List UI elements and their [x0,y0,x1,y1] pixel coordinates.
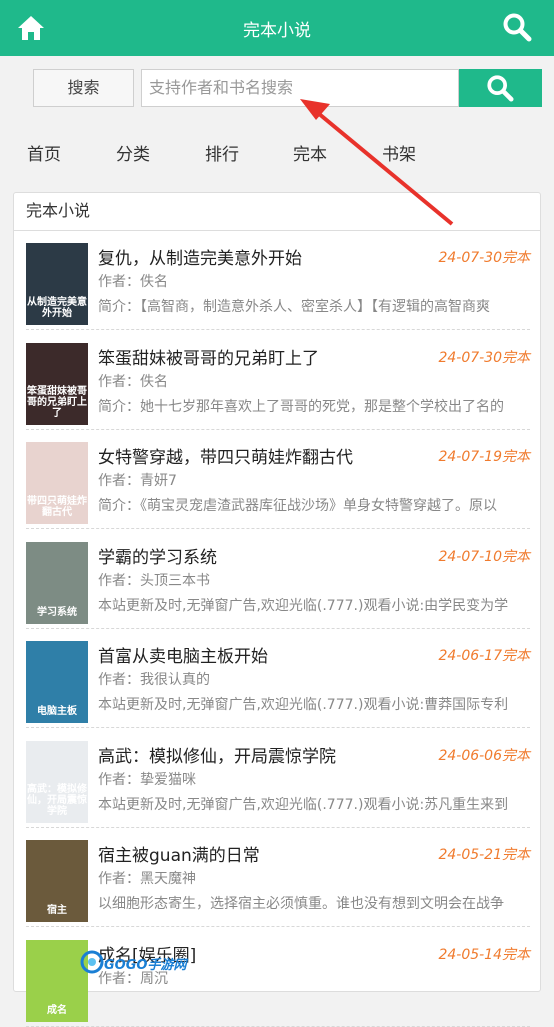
nav-item-ranking[interactable]: 排行 [205,140,239,165]
book-date: 24-07-19完本 [438,449,530,465]
cover-text: 电脑主板 [37,706,77,717]
book-cover[interactable]: 学习系统 [26,541,88,624]
cover-text: 高武：模拟修仙，开局震惊学院 [27,783,87,817]
book-cover[interactable]: 从制造完美意外开始 [26,243,88,325]
watermark-text: GOGO手游网 [104,958,187,973]
book-row[interactable]: 学习系统 学霸的学习系统 24-07-10完本作者：头顶三本书本站更新及时,无弹窗广… [26,530,530,629]
watermark-logo: GOGO手游网 [80,948,190,976]
book-cover[interactable]: 高武：模拟修仙，开局震惊学院 [26,740,88,823]
page-title: 完本小说 [243,21,311,41]
book-row[interactable]: 宿主 宿主被guan满的日常 24-05-21完本作者：黑天魔神以细胞形态寄生，选择… [26,828,530,927]
cover-text: 学习系统 [37,606,77,618]
book-title[interactable]: 笨蛋甜妹被哥哥的兄弟盯上了 [98,344,319,369]
search-icon[interactable] [502,12,532,42]
book-author: 作者：佚名 [98,274,168,290]
top-bar: 完本小说 [0,0,554,56]
book-cover[interactable]: 笨蛋甜妹被哥哥的兄弟盯上了 [26,342,88,425]
cover-text: 笨蛋甜妹被哥哥的兄弟盯上了 [27,385,87,419]
book-title[interactable]: 高武：模拟修仙，开局震惊学院 [98,742,336,767]
search-input[interactable]: 支持作者和书名搜索 [141,69,459,107]
book-intro: 本站更新及时,无弹窗广告,欢迎光临(.777.)观看小说:由学民变为学 [98,597,509,614]
book-cover[interactable]: 电脑主板 [26,641,88,723]
book-title[interactable]: 女特警穿越，带四只萌娃炸翻古代 [98,443,353,468]
nav-item-bookshelf[interactable]: 书架 [382,140,416,165]
book-row[interactable]: 从制造完美意外开始 复仇，从制造完美意外开始 24-07-30完本作者：佚名简介：【… [26,231,530,330]
book-row[interactable]: 电脑主板 首富从卖电脑主板开始 24-06-17完本作者：我很认真的本站更新及时,无… [26,629,530,728]
book-date: 24-07-10完本 [438,548,530,565]
book-row[interactable]: 高武：模拟修仙，开局震惊学院 高武：模拟修仙，开局震惊学院 24-06-06完本作者… [26,729,530,828]
nav-item-category[interactable]: 分类 [116,140,150,165]
panel-title: 完本小说 [14,193,540,231]
book-title[interactable]: 复仇，从制造完美意外开始 [98,244,302,269]
book-author: 作者：青妍7 [98,473,177,489]
book-row[interactable]: 带四只萌娃炸翻古代 女特警穿越，带四只萌娃炸翻古代 24-07-19完本作者：青妍7… [26,430,530,529]
cover-text: 从制造完美意外开始 [27,297,87,319]
book-author: 作者：黑天魔神 [98,871,196,887]
search-icon [487,75,514,102]
book-date: 24-07-30完本 [438,349,530,366]
main-nav: 首页 分类 排行 完本 书架 [0,122,554,180]
cover-text: 成名 [47,1004,67,1016]
cover-text: 带四只萌娃炸翻古代 [27,496,87,518]
book-cover[interactable]: 成名 [26,939,88,1022]
search-bar: 搜索 支持作者和书名搜索 [0,56,554,122]
book-intro: 简介：【高智商，制造意外杀人、密室杀人】【有逻辑的高智商爽 [98,299,490,315]
book-list-panel: 完本小说 从制造完美意外开始 复仇，从制造完美意外开始 24-07-30完本 作者：佚… [13,192,541,1027]
book-intro: 本站更新及时,无弹窗广告,欢迎光临(.777.)观看小说:苏凡重生来到 [98,796,509,813]
book-author: 作者：佚名 [98,373,168,390]
search-submit-button[interactable] [459,69,542,107]
logo-icon [80,950,104,974]
book-intro: 以细胞形态寄生，选择宿主必须慎重。谁也没有想到文明会在战争 [98,896,504,912]
book-intro: 简介：《萌宝灵宠虐渣武器库征战沙场》单身女特警穿越了。原以 [98,498,497,514]
book-date: 24-05-14完本 [438,946,530,963]
book-intro: 本站更新及时,无弹窗广告,欢迎光临(.777.)观看小说:曹莽国际专利 [98,697,509,713]
search-button[interactable]: 搜索 [33,69,134,107]
book-date: 24-06-06完本 [438,747,530,764]
book-date: 24-05-21完本 [438,847,530,863]
book-cover[interactable]: 宿主 [26,840,88,922]
book-title[interactable]: 学霸的学习系统 [98,543,217,568]
book-title[interactable]: 首富从卖电脑主板开始 [98,642,268,667]
book-date: 24-07-30完本 [438,250,530,266]
book-cover[interactable]: 带四只萌娃炸翻古代 [26,442,88,524]
book-date: 24-06-17完本 [438,648,530,664]
cover-text: 宿主 [47,905,67,916]
book-row[interactable]: 成名 成名[娱乐圈] 24-05-14完本 作者：周沉 [26,928,530,1027]
book-title[interactable]: 宿主被guan满的日常 [98,841,260,866]
book-author: 作者：我很认真的 [98,672,210,688]
book-row[interactable]: 笨蛋甜妹被哥哥的兄弟盯上了 笨蛋甜妹被哥哥的兄弟盯上了 24-07-30完本作者：佚… [26,331,530,430]
book-author: 作者：挚爱猫咪 [98,771,196,788]
nav-item-home[interactable]: 首页 [27,140,61,165]
nav-item-finished[interactable]: 完本 [293,140,327,165]
book-intro: 简介：她十七岁那年喜欢上了哥哥的死党，那是整个学校出了名的 [98,398,504,415]
book-author: 作者：头顶三本书 [98,572,210,589]
